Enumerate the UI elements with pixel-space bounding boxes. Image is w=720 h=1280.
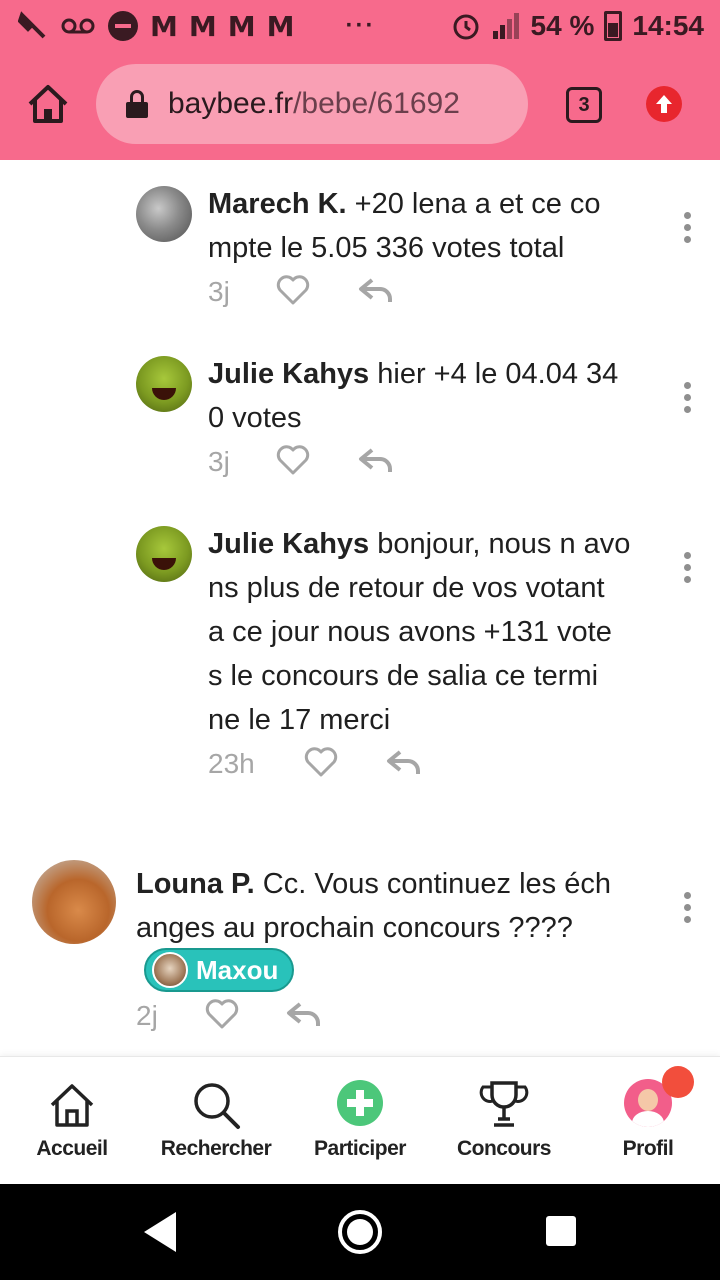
comment-text: 0 votes <box>208 402 302 434</box>
mention-name: Maxou <box>196 954 279 985</box>
gmail-icon: M <box>150 9 178 43</box>
comment-text: +20 lena a et ce co <box>346 188 601 220</box>
url-path: /bebe/61692 <box>293 87 460 120</box>
plus-circle-icon <box>334 1079 386 1131</box>
mention-chip[interactable]: Maxou <box>144 948 295 992</box>
gmail-icon: M <box>266 9 295 43</box>
more-options-icon[interactable] <box>684 212 692 243</box>
heart-icon[interactable] <box>304 747 338 782</box>
nav-profil[interactable]: Profil <box>576 1057 720 1185</box>
battery-icon <box>604 11 623 41</box>
reply-icon[interactable] <box>286 1000 322 1033</box>
heart-icon[interactable] <box>276 275 310 310</box>
comment-time: 2j <box>136 1000 158 1031</box>
comment-time: 23h <box>208 748 255 779</box>
browser-toolbar: baybee.fr/bebe/61692 3 <box>0 52 720 160</box>
avatar[interactable] <box>136 526 192 582</box>
mention-avatar <box>152 952 188 988</box>
comment-time: 3j <box>208 446 230 477</box>
more-notifications-icon: ··· <box>345 12 376 39</box>
nav-participer[interactable]: Participer <box>288 1057 432 1185</box>
comment-text: mpte le 5.05 336 votes total <box>208 232 565 264</box>
lock-icon <box>126 90 148 118</box>
gmail-icon: M <box>188 9 217 43</box>
avatar[interactable] <box>136 186 192 242</box>
comment-text: ns plus de retour de vos votant <box>208 572 605 604</box>
battery-percent: 54 % <box>530 10 595 41</box>
comment-text: s le concours de salia ce termi <box>208 660 599 692</box>
nav-label: Accueil <box>36 1137 108 1160</box>
alarm-icon <box>451 8 481 44</box>
comment-author[interactable]: Marech K. <box>208 188 347 220</box>
clock: 14:54 <box>632 10 704 41</box>
nav-label: Profil <box>622 1137 674 1160</box>
comment-time: 3j <box>208 276 230 307</box>
nav-label: Concours <box>456 1137 552 1160</box>
status-bar: M M M M ··· 54 % 14:54 <box>0 0 720 52</box>
comment-text: hier +4 le 04.04 34 <box>369 358 619 390</box>
trophy-icon <box>478 1079 530 1131</box>
nav-rechercher[interactable]: Rechercher <box>144 1057 288 1185</box>
nav-label: Participer <box>314 1137 406 1160</box>
signal-icon <box>491 11 521 41</box>
heart-icon[interactable] <box>205 999 239 1034</box>
search-icon <box>190 1079 242 1131</box>
avatar[interactable] <box>136 356 192 412</box>
url-domain: baybee.fr <box>168 87 294 120</box>
recents-icon[interactable] <box>546 1216 576 1246</box>
gmail-icon: M <box>227 9 256 43</box>
home-icon[interactable] <box>26 82 70 126</box>
comment-text: bonjour, nous n avo <box>369 528 631 560</box>
comment-author[interactable]: Louna P. <box>136 868 255 900</box>
voicemail-icon <box>60 8 96 44</box>
comment-author[interactable]: Julie Kahys <box>208 358 369 390</box>
update-arrow-icon[interactable] <box>646 86 682 122</box>
reply-icon[interactable] <box>386 748 422 781</box>
comment-text: ne le 17 merci <box>208 704 391 736</box>
comment-text: Cc. Vous continuez les éch <box>254 868 611 900</box>
more-options-icon[interactable] <box>684 892 692 923</box>
more-options-icon[interactable] <box>684 552 692 583</box>
avatar[interactable] <box>32 860 116 944</box>
back-icon[interactable] <box>144 1212 176 1252</box>
tab-switcher-button[interactable]: 3 <box>566 87 602 123</box>
reply-icon[interactable] <box>358 276 394 309</box>
reply-icon[interactable] <box>358 446 394 479</box>
do-not-disturb-icon <box>108 11 138 41</box>
bottom-navigation: Accueil Rechercher Participer Concours P… <box>0 1056 720 1184</box>
comment-body: Julie Kahys bonjour, nous n avo ns plus … <box>208 522 658 742</box>
notification-tool-icon <box>18 8 48 44</box>
notification-dot <box>662 1066 694 1098</box>
heart-icon[interactable] <box>276 445 310 480</box>
comment-text: anges au prochain concours ???? <box>136 912 573 944</box>
address-bar[interactable]: baybee.fr/bebe/61692 <box>96 64 528 144</box>
url-text: baybee.fr/bebe/61692 <box>168 87 460 121</box>
comment-body: Julie Kahys hier +4 le 04.04 34 0 votes <box>208 352 648 440</box>
nav-concours[interactable]: Concours <box>432 1057 576 1185</box>
comment-text: a ce jour nous avons +131 vote <box>208 616 612 648</box>
comment-body: Marech K. +20 lena a et ce co mpte le 5.… <box>208 182 648 270</box>
nav-accueil[interactable]: Accueil <box>0 1057 144 1185</box>
home-button-icon[interactable] <box>338 1210 382 1254</box>
nav-label: Rechercher <box>160 1137 272 1160</box>
comment-body: Louna P. Cc. Vous continuez les éch ange… <box>136 862 666 950</box>
more-options-icon[interactable] <box>684 382 692 413</box>
home-icon <box>46 1079 98 1131</box>
system-navigation-bar <box>0 1184 720 1280</box>
comment-author[interactable]: Julie Kahys <box>208 528 369 560</box>
